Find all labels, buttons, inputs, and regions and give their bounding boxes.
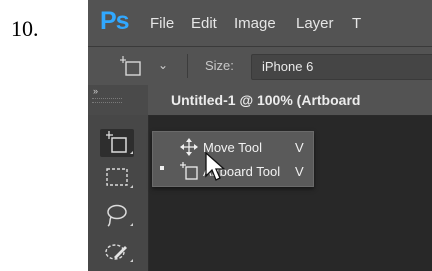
- lasso-icon: [107, 204, 133, 227]
- tool-rectangular-marquee[interactable]: [100, 163, 134, 191]
- toolbox: [88, 115, 149, 271]
- tool-lasso[interactable]: [100, 201, 134, 229]
- toolbox-header: »: [88, 85, 148, 115]
- mouse-cursor-icon: [205, 152, 226, 181]
- quick-selection-icon: [105, 244, 133, 262]
- ps-logo: Ps: [100, 7, 130, 35]
- size-value: iPhone 6: [262, 59, 314, 74]
- menu-edit[interactable]: Edit: [191, 15, 217, 32]
- menu-layer[interactable]: Layer: [296, 15, 334, 32]
- document-tab[interactable]: Untitled-1 @ 100% (Artboard: [148, 85, 432, 115]
- tool-flyout-menu: Move Tool V Artboard Tool V: [152, 131, 314, 187]
- document-tab-strip: Untitled-1 @ 100% (Artboard: [148, 85, 432, 116]
- chevron-down-icon[interactable]: ⌄: [158, 58, 168, 72]
- collapse-panel-icon[interactable]: »: [93, 86, 98, 96]
- options-bar: ⌄ Size: iPhone 6: [88, 46, 432, 86]
- size-label: Size:: [205, 58, 234, 73]
- rectangular-marquee-icon: [106, 168, 133, 188]
- menu-type[interactable]: T: [352, 15, 361, 32]
- tool-artboard[interactable]: [100, 129, 134, 157]
- tool-quick-selection[interactable]: [100, 237, 134, 265]
- artboard-tool-icon: [106, 131, 133, 154]
- options-divider: [187, 54, 188, 78]
- flyout-item-move-tool[interactable]: Move Tool V: [153, 135, 313, 159]
- flyout-shortcut-artboard-tool: V: [295, 164, 304, 179]
- artboard-tool-icon[interactable]: [118, 55, 144, 77]
- photoshop-window: Ps File Edit Image Layer T ⌄ Size: iPhon…: [88, 0, 432, 271]
- move-icon: [180, 138, 198, 156]
- panel-grip[interactable]: [92, 98, 122, 103]
- size-dropdown[interactable]: iPhone 6: [251, 54, 432, 80]
- menu-image[interactable]: Image: [234, 15, 276, 32]
- artboard-icon: [180, 162, 198, 180]
- document-tab-title: Untitled-1 @ 100% (Artboard: [171, 92, 361, 108]
- flyout-shortcut-move-tool: V: [295, 140, 304, 155]
- selected-bullet: [160, 166, 164, 170]
- menu-bar: Ps File Edit Image Layer T: [88, 0, 432, 46]
- step-number: 10.: [11, 16, 39, 41]
- menu-file[interactable]: File: [150, 15, 174, 32]
- flyout-item-artboard-tool[interactable]: Artboard Tool V: [153, 159, 313, 183]
